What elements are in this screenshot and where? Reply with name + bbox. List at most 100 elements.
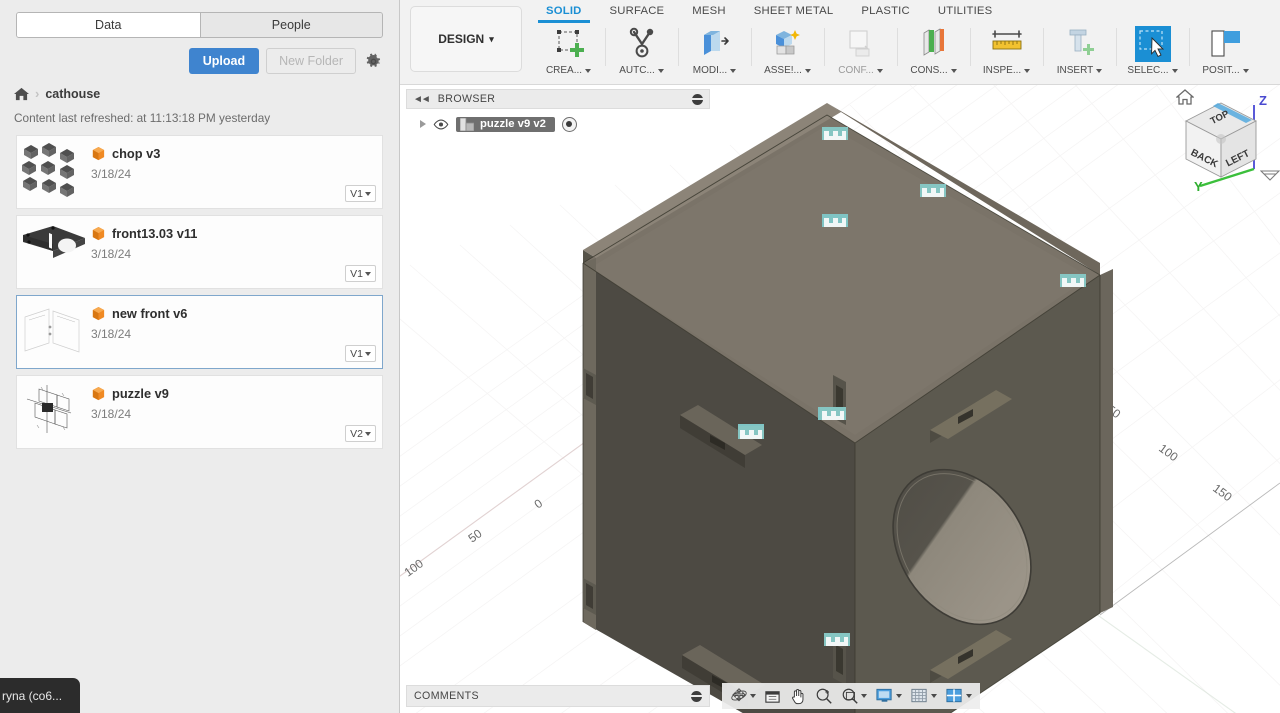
expand-triangle-icon[interactable] — [420, 120, 426, 128]
design-workspace-button[interactable]: DESIGN ▾ — [410, 6, 522, 72]
tab-data[interactable]: Data — [17, 13, 200, 37]
view-cube[interactable]: Z Y TOP BACK LEFT — [1166, 87, 1280, 197]
taskbar-window-chip[interactable]: ryna (co6... — [0, 678, 80, 713]
panel-insert[interactable]: INSERT — [1043, 22, 1116, 84]
chevron-down-icon — [657, 68, 664, 73]
chevron-down-icon — [861, 694, 867, 698]
tab-utilities[interactable]: UTILITIES — [924, 2, 1007, 21]
orbit-tool[interactable] — [727, 685, 759, 707]
refresh-note: Content last refreshed: at 11:13:18 PM y… — [14, 111, 271, 125]
grid-label-group-right: 50 100 150 — [1104, 402, 1235, 504]
zoom-tool[interactable] — [812, 685, 836, 707]
file-meta: chop v3 3/18/24 V1 — [89, 136, 382, 208]
fusion-cube-icon — [91, 386, 106, 401]
tab-surface[interactable]: SURFACE — [596, 2, 679, 21]
version-label: V1 — [350, 347, 363, 360]
file-title-row: new front v6 — [91, 306, 378, 321]
3d-viewport[interactable]: 0 50 100 50 100 150 ◄◄ BROWSER puzzle v9… — [400, 85, 1280, 713]
chevron-down-icon — [1171, 68, 1178, 73]
chevron-down-icon — [364, 191, 371, 196]
automate-icon — [625, 25, 659, 63]
orbit-icon — [731, 688, 747, 702]
eye-icon[interactable] — [433, 119, 449, 130]
chevron-down-icon — [950, 68, 957, 73]
panel-inspect-label: INSPE... — [983, 65, 1031, 76]
data-panel-tabs: Data People — [16, 12, 383, 38]
fusion-cube-icon — [91, 306, 106, 321]
chevron-down-icon — [730, 68, 737, 73]
viewports-tool[interactable] — [942, 685, 975, 707]
list-item[interactable]: puzzle v9 3/18/24 V2 — [16, 375, 383, 449]
tab-mesh[interactable]: MESH — [678, 2, 739, 21]
list-item[interactable]: chop v3 3/18/24 V1 — [16, 135, 383, 209]
version-label: V1 — [350, 267, 363, 280]
version-label: V2 — [350, 427, 363, 440]
version-dropdown[interactable]: V1 — [345, 265, 376, 282]
panel-position[interactable]: POSIT... — [1189, 22, 1262, 84]
file-name: chop v3 — [112, 146, 161, 161]
comments-title: COMMENTS — [414, 690, 479, 702]
breadcrumb: › cathouse — [14, 86, 399, 101]
breadcrumb-folder[interactable]: cathouse — [45, 87, 100, 101]
panel-select[interactable]: SELEC... — [1116, 22, 1189, 84]
browser-title: BROWSER — [437, 93, 496, 105]
tree-node-chip-puzzle-v9-v2[interactable]: puzzle v9 v2 — [456, 116, 555, 132]
version-dropdown[interactable]: V1 — [345, 185, 376, 202]
file-name: new front v6 — [112, 306, 188, 321]
version-dropdown[interactable]: V2 — [345, 425, 376, 442]
collapse-left-icon[interactable]: ◄◄ — [413, 94, 431, 105]
chevron-down-icon — [585, 68, 592, 73]
version-label: V1 — [350, 187, 363, 200]
file-name: puzzle v9 — [112, 386, 169, 401]
list-item-selected[interactable]: new front v6 3/18/24 V1 — [16, 295, 383, 369]
panel-assemble[interactable]: ASSE!... — [751, 22, 824, 84]
home-icon[interactable] — [14, 87, 29, 101]
tab-utilities-label: UTILITIES — [937, 4, 993, 17]
data-panel-actions: Upload New Folder — [16, 48, 383, 74]
grid-snaps-tool[interactable] — [907, 685, 940, 707]
chevron-down-icon — [364, 351, 371, 356]
panel-options-icon[interactable] — [692, 93, 703, 105]
look-at-tool[interactable] — [761, 685, 784, 707]
panel-modify[interactable]: MODI... — [678, 22, 751, 84]
display-settings-tool[interactable] — [872, 685, 905, 707]
file-title-row: puzzle v9 — [91, 386, 378, 401]
chevron-down-icon — [876, 68, 883, 73]
tab-plastic[interactable]: PLASTIC — [847, 2, 924, 21]
panel-automate[interactable]: AUTC... — [605, 22, 678, 84]
browser-header[interactable]: ◄◄ BROWSER — [406, 89, 710, 109]
zoom-in-icon — [816, 688, 832, 704]
activate-radio-icon[interactable] — [561, 116, 577, 132]
panel-construct[interactable]: CONS... — [897, 22, 970, 84]
list-item[interactable]: front13.03 v11 3/18/24 V1 — [16, 215, 383, 289]
panel-inspect[interactable]: INSPE... — [970, 22, 1043, 84]
axis-label-z: Z — [1259, 93, 1267, 108]
grid-label: 100 — [1156, 441, 1181, 464]
pan-tool[interactable] — [786, 685, 810, 707]
tree-node-root[interactable]: puzzle v9 v2 — [420, 115, 710, 133]
select-icon — [1132, 25, 1174, 63]
tab-sheet-metal[interactable]: SHEET METAL — [740, 2, 848, 21]
panel-assemble-label: ASSE!... — [764, 65, 811, 76]
chevron-down-icon — [966, 694, 972, 698]
chevron-down-icon — [804, 68, 811, 73]
tab-solid[interactable]: SOLID — [532, 2, 596, 23]
panel-configure[interactable]: CONF... — [824, 22, 897, 84]
viewcube-menu-icon[interactable] — [1260, 169, 1280, 181]
tab-solid-label: SOLID — [546, 4, 582, 17]
comments-panel-header[interactable]: COMMENTS — [406, 685, 710, 707]
modify-icon — [698, 25, 732, 63]
chevron-down-icon — [1096, 68, 1103, 73]
version-dropdown[interactable]: V1 — [345, 345, 376, 362]
component-icon — [460, 117, 474, 131]
file-thumbnail — [17, 376, 89, 448]
panel-create[interactable]: CREA... — [532, 22, 605, 84]
ribbon: DESIGN ▾ SOLID SURFACE MESH SHEET METAL … — [400, 0, 1280, 85]
zoom-window-tool[interactable] — [838, 685, 870, 707]
gear-icon[interactable] — [363, 51, 383, 71]
file-date: 3/18/24 — [91, 407, 132, 421]
upload-button[interactable]: Upload — [188, 48, 260, 74]
panel-options-icon[interactable] — [691, 690, 702, 702]
tab-people[interactable]: People — [199, 13, 382, 37]
new-folder-button[interactable]: New Folder — [266, 48, 356, 74]
